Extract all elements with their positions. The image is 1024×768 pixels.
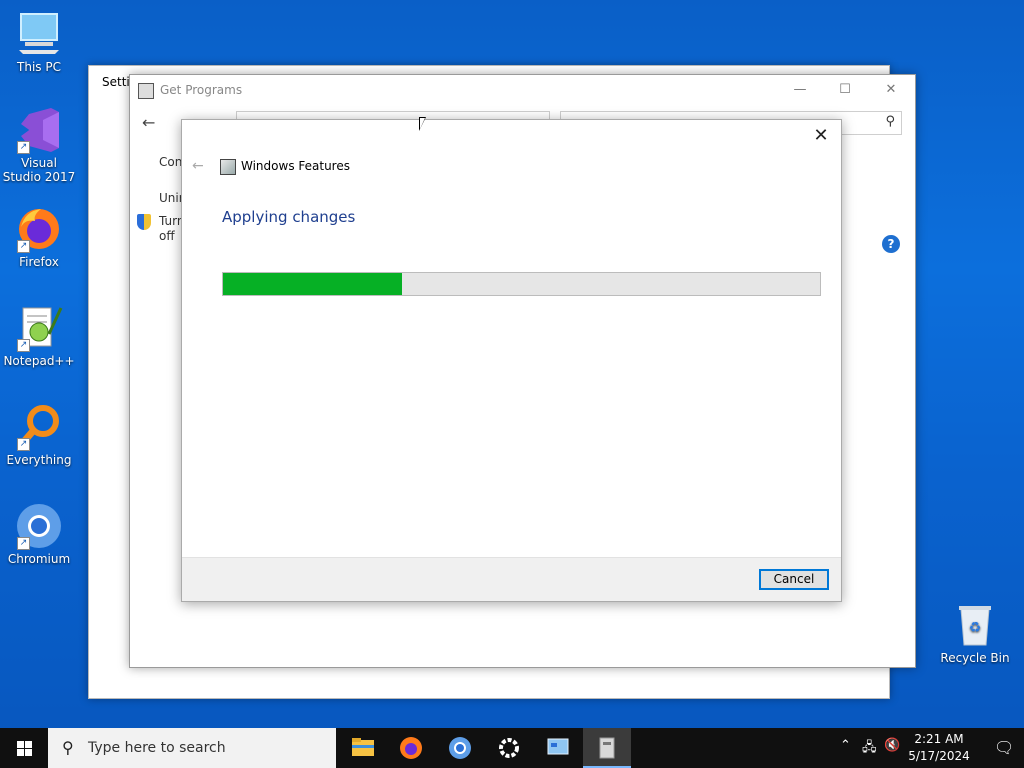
gear-icon bbox=[499, 738, 519, 758]
svg-text:♻: ♻ bbox=[969, 620, 982, 636]
taskbar-chromium[interactable] bbox=[436, 728, 484, 768]
taskbar-windows-features[interactable] bbox=[583, 728, 631, 768]
desktop-icon-chromium[interactable]: ↗ Chromium bbox=[1, 502, 77, 566]
sidebar-link-turn-features-cont[interactable]: off bbox=[159, 229, 175, 243]
dialog-footer: Cancel bbox=[182, 557, 841, 601]
dialog-heading: Applying changes bbox=[222, 208, 356, 226]
windows-logo-icon bbox=[25, 741, 32, 748]
maximize-button[interactable]: ☐ bbox=[830, 79, 860, 101]
clock-time: 2:21 AM bbox=[914, 732, 964, 746]
everything-search-icon: ↗ bbox=[15, 403, 63, 451]
firefox-icon bbox=[400, 737, 422, 759]
monitor-icon bbox=[15, 10, 63, 58]
desktop-icon-notepad-plus-plus[interactable]: ↗ Notepad++ bbox=[1, 304, 77, 368]
notification-icon[interactable]: 🗨 bbox=[994, 738, 1014, 758]
taskbar-search-placeholder: Type here to search bbox=[88, 740, 226, 756]
desktop-icon-label: Visual Studio 2017 bbox=[2, 156, 76, 184]
shortcut-arrow-icon: ↗ bbox=[17, 339, 30, 352]
folder-icon bbox=[352, 738, 374, 756]
get-programs-title: Get Programs bbox=[160, 83, 243, 97]
shortcut-arrow-icon: ↗ bbox=[17, 438, 30, 451]
control-panel-icon bbox=[138, 83, 154, 99]
network-icon[interactable]: 🖧 bbox=[862, 738, 877, 760]
visual-studio-icon: ↗ bbox=[15, 106, 63, 154]
control-panel-icon bbox=[547, 738, 569, 755]
desktop-icon-visual-studio[interactable]: ↗ Visual Studio 2017 bbox=[1, 106, 77, 184]
back-arrow-icon[interactable]: ← bbox=[142, 113, 155, 132]
shortcut-arrow-icon: ↗ bbox=[17, 141, 30, 154]
desktop-icon-label: Chromium bbox=[7, 552, 71, 566]
shortcut-arrow-icon: ↗ bbox=[17, 240, 30, 253]
firefox-icon: ↗ bbox=[15, 205, 63, 253]
desktop-icon-everything[interactable]: ↗ Everything bbox=[1, 403, 77, 467]
windows-logo-icon bbox=[25, 749, 32, 756]
progress-bar-fill bbox=[223, 273, 403, 295]
taskbar-clock[interactable]: 2:21 AM 5/17/2024 bbox=[904, 731, 974, 765]
taskbar-file-explorer[interactable] bbox=[338, 728, 386, 768]
volume-muted-icon[interactable]: 🔇 bbox=[884, 738, 900, 753]
cancel-button[interactable]: Cancel bbox=[759, 569, 829, 590]
recycle-bin-icon: ♻ bbox=[951, 601, 999, 649]
dialog-close-button[interactable]: ✕ bbox=[809, 124, 833, 148]
chevron-up-icon[interactable]: ⌃ bbox=[840, 738, 851, 753]
desktop-icon-firefox[interactable]: ↗ Firefox bbox=[1, 205, 77, 269]
mouse-pointer-icon bbox=[419, 117, 426, 131]
close-button[interactable]: ✕ bbox=[876, 79, 906, 101]
desktop-icon-recycle-bin[interactable]: ♻ Recycle Bin bbox=[937, 601, 1013, 665]
windows-features-icon bbox=[220, 159, 236, 175]
desktop-icon-label: This PC bbox=[17, 60, 61, 74]
taskbar: ⚲ Type here to search ⌃ 🖧 🔇 2:21 AM 5/17… bbox=[0, 728, 1024, 768]
uac-shield-icon bbox=[137, 214, 151, 230]
taskbar-control-panel[interactable] bbox=[534, 728, 582, 768]
taskbar-search-box[interactable]: ⚲ Type here to search bbox=[48, 728, 336, 768]
start-button[interactable] bbox=[0, 728, 48, 768]
desktop-icon-label: Firefox bbox=[19, 255, 59, 269]
search-icon: ⚲ bbox=[885, 114, 895, 129]
desktop-icon-label: Notepad++ bbox=[3, 354, 75, 368]
taskbar-firefox[interactable] bbox=[387, 728, 435, 768]
dialog-back-arrow-icon: ← bbox=[192, 158, 204, 174]
windows-features-dialog: ✕ ← Windows Features Applying changes Ca… bbox=[181, 119, 842, 602]
taskbar-settings[interactable] bbox=[485, 728, 533, 768]
sidebar-link-control-panel[interactable]: Con bbox=[159, 155, 182, 169]
shortcut-arrow-icon: ↗ bbox=[17, 537, 30, 550]
chromium-icon: ↗ bbox=[15, 502, 63, 550]
sidebar-link-uninstall[interactable]: Unir bbox=[159, 191, 184, 205]
windows-logo-icon bbox=[17, 741, 24, 748]
chromium-icon bbox=[449, 737, 471, 759]
desktop-icon-label: Everything bbox=[6, 453, 72, 467]
get-programs-title-bar[interactable]: Get Programs — ☐ ✕ bbox=[130, 75, 915, 105]
help-icon[interactable]: ? bbox=[882, 235, 900, 253]
minimize-button[interactable]: — bbox=[785, 79, 815, 101]
system-tray: ⌃ 🖧 🔇 bbox=[838, 728, 908, 768]
windows-features-icon bbox=[599, 737, 615, 759]
desktop-icon-label: Recycle Bin bbox=[940, 651, 1010, 665]
dialog-title: Windows Features bbox=[241, 159, 350, 173]
notepad-plus-plus-icon: ↗ bbox=[15, 304, 63, 352]
progress-bar bbox=[222, 272, 821, 296]
desktop-icon-this-pc[interactable]: This PC bbox=[1, 10, 77, 74]
windows-logo-icon bbox=[17, 749, 24, 756]
search-icon: ⚲ bbox=[62, 738, 74, 757]
clock-date: 5/17/2024 bbox=[908, 749, 970, 763]
